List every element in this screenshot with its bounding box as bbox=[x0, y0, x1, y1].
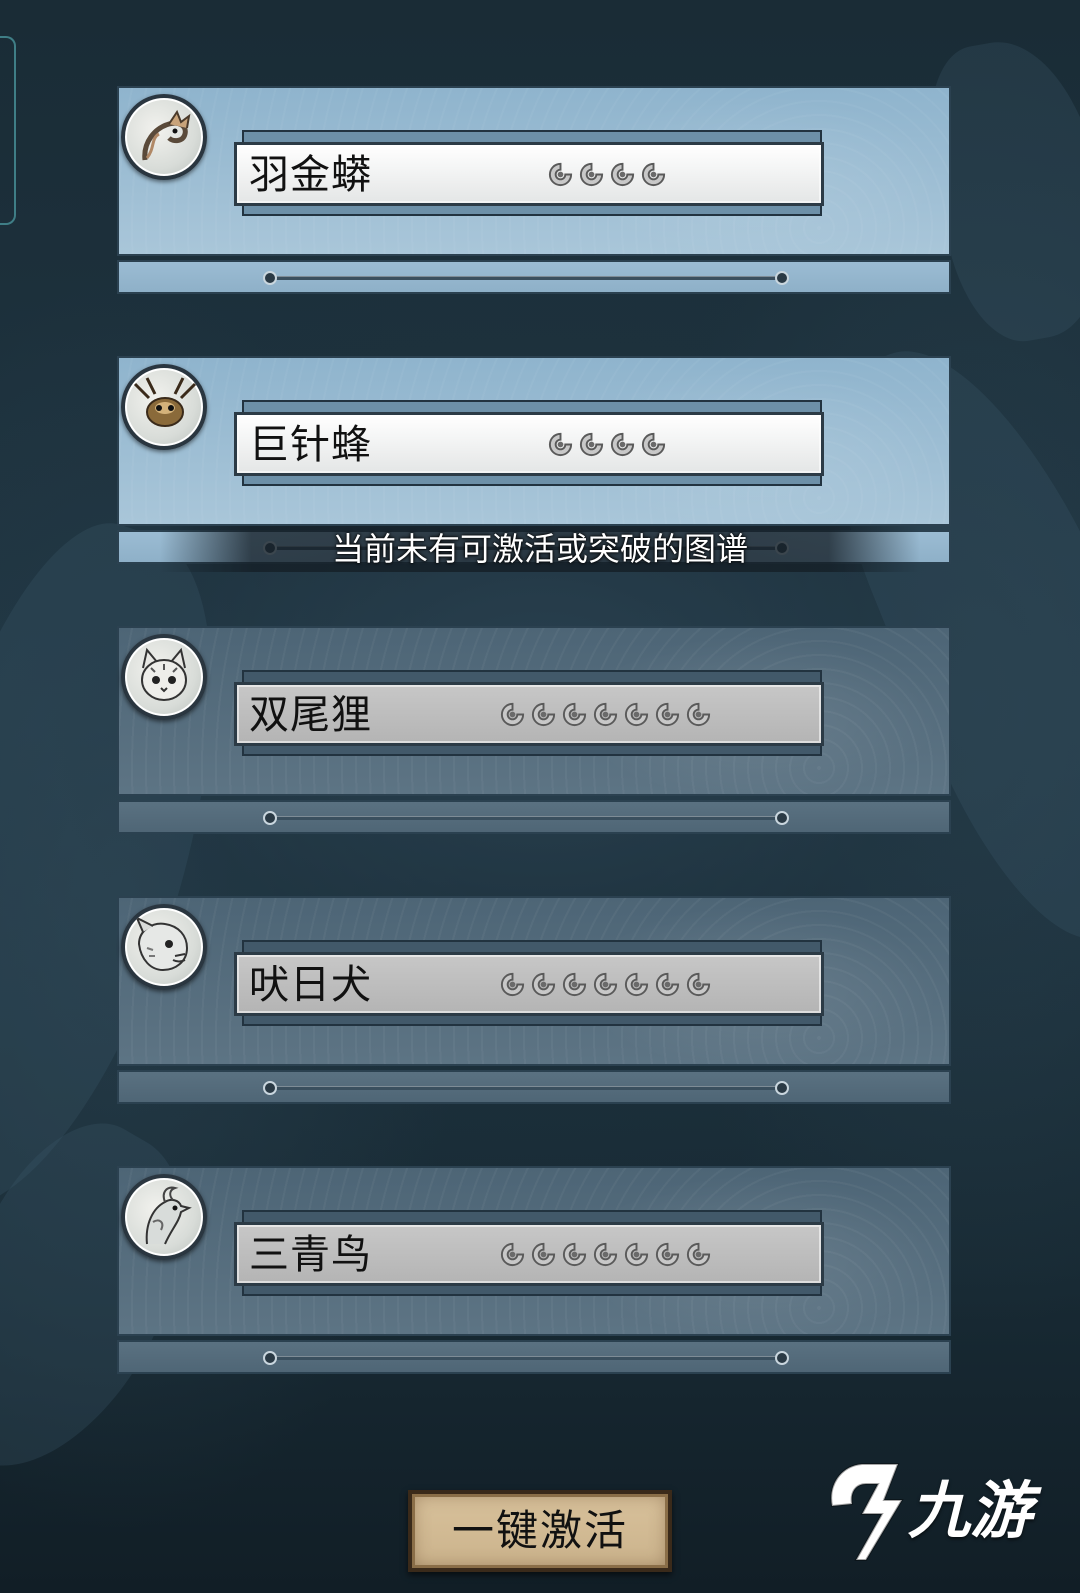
swirl-star-icon bbox=[562, 972, 587, 997]
beast-name: 双尾狸 bbox=[249, 692, 372, 738]
name-plate: 巨针蜂 bbox=[234, 412, 824, 476]
swirl-star-icon bbox=[686, 702, 711, 727]
progress-rail bbox=[117, 800, 951, 834]
progress-track bbox=[269, 1086, 783, 1090]
side-tab-frame[interactable] bbox=[0, 36, 16, 225]
swirl-star-icon bbox=[624, 1242, 649, 1267]
swirl-star-icon bbox=[579, 162, 604, 187]
swirl-star-icon bbox=[500, 702, 525, 727]
progress-track bbox=[269, 276, 783, 280]
star-row bbox=[499, 971, 712, 999]
jiuyou-logo-icon bbox=[830, 1463, 904, 1561]
activate-all-label: 一键激活 bbox=[451, 1506, 628, 1555]
serpent-icon[interactable] bbox=[121, 94, 207, 180]
collection-screen: 羽金蟒 巨针蜂 双尾狸 吠日犬 三青鸟 当前未有可激活或突破的图谱 一键激活 九… bbox=[0, 0, 1080, 1593]
progress-track bbox=[269, 1356, 783, 1360]
swirl-star-icon bbox=[593, 972, 618, 997]
beast-name: 吠日犬 bbox=[249, 962, 372, 1008]
cat-icon[interactable] bbox=[121, 634, 207, 720]
progress-track bbox=[269, 816, 783, 820]
toast-message: 当前未有可激活或突破的图谱 bbox=[160, 526, 920, 572]
swirl-star-icon bbox=[655, 1242, 680, 1267]
beast-card[interactable]: 三青鸟 bbox=[117, 1166, 951, 1376]
swirl-star-icon bbox=[641, 432, 666, 457]
swirl-star-icon bbox=[641, 162, 666, 187]
swirl-star-icon bbox=[686, 972, 711, 997]
swirl-star-icon bbox=[655, 972, 680, 997]
rail-knob-right bbox=[775, 1081, 789, 1095]
beast-card[interactable]: 双尾狸 bbox=[117, 626, 951, 836]
beast-name: 羽金蟒 bbox=[249, 152, 372, 198]
swirl-star-icon bbox=[531, 972, 556, 997]
dog-icon[interactable] bbox=[121, 904, 207, 990]
star-row bbox=[499, 701, 712, 729]
swirl-star-icon bbox=[686, 1242, 711, 1267]
star-row bbox=[547, 431, 667, 459]
swirl-star-icon bbox=[593, 702, 618, 727]
rail-knob-right bbox=[775, 811, 789, 825]
swirl-star-icon bbox=[624, 702, 649, 727]
swirl-star-icon bbox=[500, 1242, 525, 1267]
star-row bbox=[547, 161, 667, 189]
beast-card[interactable]: 羽金蟒 bbox=[117, 86, 951, 296]
swirl-star-icon bbox=[593, 1242, 618, 1267]
beast-name: 三青鸟 bbox=[249, 1232, 372, 1278]
swirl-star-icon bbox=[531, 1242, 556, 1267]
swirl-star-icon bbox=[562, 1242, 587, 1267]
swirl-star-icon bbox=[624, 972, 649, 997]
progress-rail bbox=[117, 1340, 951, 1374]
watermark: 九游 bbox=[822, 1456, 1052, 1566]
swirl-star-icon bbox=[655, 702, 680, 727]
rail-knob-left bbox=[263, 1081, 277, 1095]
name-plate: 吠日犬 bbox=[234, 952, 824, 1016]
swirl-star-icon bbox=[562, 702, 587, 727]
wasp-icon[interactable] bbox=[121, 364, 207, 450]
activate-all-button[interactable]: 一键激活 bbox=[408, 1490, 672, 1572]
bird-icon[interactable] bbox=[121, 1174, 207, 1260]
swirl-star-icon bbox=[548, 432, 573, 457]
swirl-star-icon bbox=[610, 432, 635, 457]
swirl-star-icon bbox=[548, 162, 573, 187]
swirl-star-icon bbox=[610, 162, 635, 187]
rail-knob-left bbox=[263, 811, 277, 825]
watermark-text: 九游 bbox=[908, 1474, 1033, 1547]
background-vine bbox=[0, 496, 282, 1244]
name-plate: 双尾狸 bbox=[234, 682, 824, 746]
progress-rail bbox=[117, 1070, 951, 1104]
beast-name: 巨针蜂 bbox=[249, 422, 372, 468]
name-plate: 三青鸟 bbox=[234, 1222, 824, 1286]
star-row bbox=[499, 1241, 712, 1269]
progress-rail bbox=[117, 260, 951, 294]
rail-knob-right bbox=[775, 271, 789, 285]
rail-knob-left bbox=[263, 271, 277, 285]
swirl-star-icon bbox=[531, 702, 556, 727]
rail-knob-right bbox=[775, 1351, 789, 1365]
toast-text: 当前未有可激活或突破的图谱 bbox=[331, 530, 748, 568]
name-plate: 羽金蟒 bbox=[234, 142, 824, 206]
swirl-star-icon bbox=[579, 432, 604, 457]
beast-card[interactable]: 吠日犬 bbox=[117, 896, 951, 1106]
rail-knob-left bbox=[263, 1351, 277, 1365]
swirl-star-icon bbox=[500, 972, 525, 997]
